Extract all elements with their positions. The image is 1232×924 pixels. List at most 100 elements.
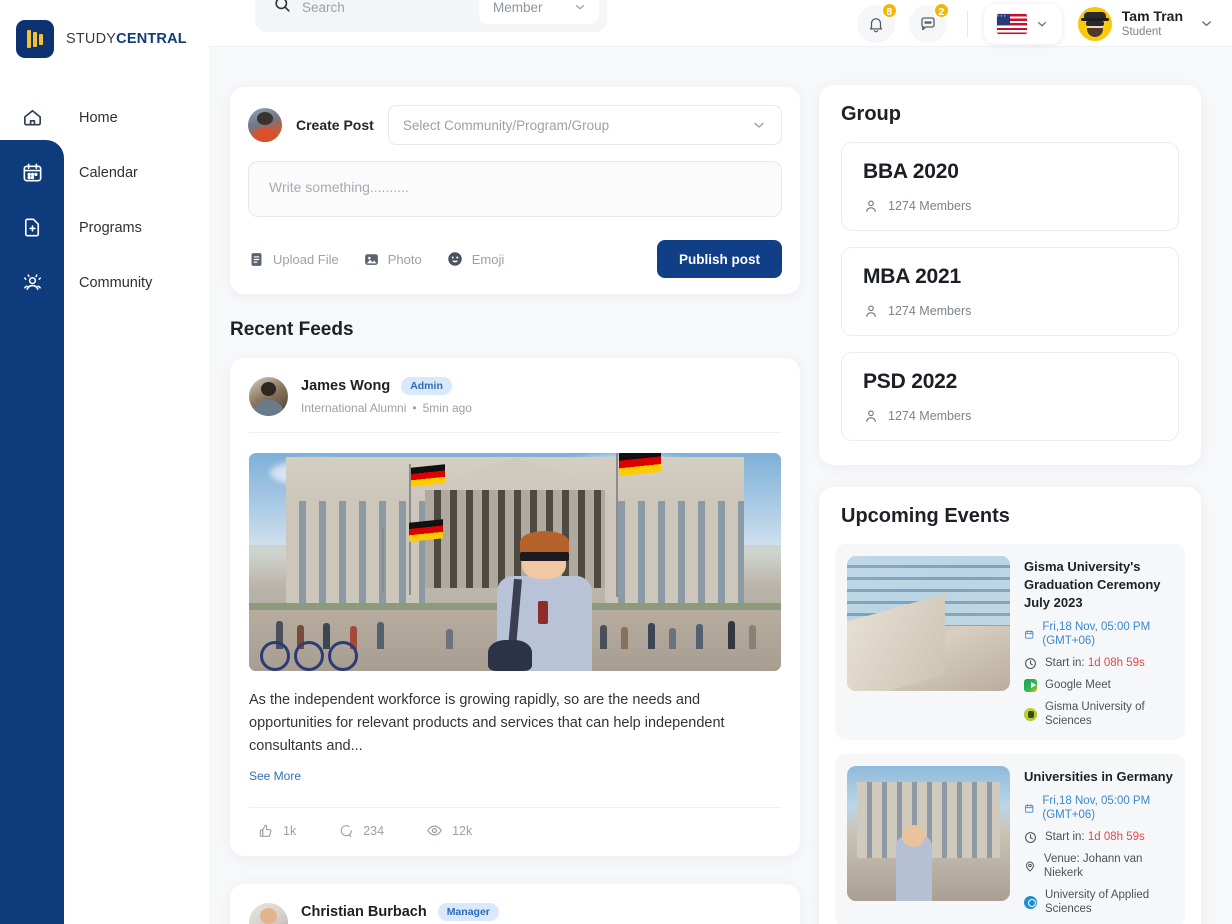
sidebar-item-community[interactable]: Community — [0, 255, 209, 310]
logo-icon — [16, 20, 54, 58]
app-root: STUDYCENTRAL Home — [0, 0, 1232, 924]
chevron-down-icon — [573, 0, 587, 14]
post-card: Christian Burbach Manager International … — [230, 884, 800, 924]
create-post-card: Create Post Select Community/Program/Gro… — [230, 87, 800, 294]
person — [494, 531, 595, 671]
post-header: Christian Burbach Manager International … — [249, 903, 781, 924]
notifications-button[interactable]: 8 — [857, 5, 895, 43]
post-header: James Wong Admin International Alumni•5m… — [249, 377, 781, 432]
avatar — [249, 903, 288, 924]
post-image[interactable] — [249, 453, 781, 671]
countdown-value: 1d 08h 59s — [1088, 831, 1145, 843]
us-flag-icon — [997, 14, 1027, 34]
event-thumbnail — [847, 766, 1010, 901]
comment-count: 234 — [363, 824, 384, 838]
post-card: James Wong Admin International Alumni•5m… — [230, 358, 800, 856]
role-badge: Manager — [438, 903, 499, 921]
start-in-label: Start in: — [1045, 657, 1085, 669]
clock-icon — [1024, 831, 1037, 844]
messages-badge: 2 — [933, 2, 950, 19]
profile-name: Tam Tran — [1122, 8, 1183, 25]
calendar-icon — [1024, 802, 1034, 815]
people-icon — [863, 408, 879, 424]
feed-column: Create Post Select Community/Program/Gro… — [230, 87, 800, 924]
event-organizer-row: University of Applied Sciences — [1024, 888, 1173, 916]
group-members-count: 1274 Members — [888, 304, 971, 318]
notifications-badge: 8 — [881, 2, 898, 19]
calendar-icon — [0, 161, 64, 184]
member-select[interactable]: Member — [479, 0, 599, 24]
profile-role: Student — [1122, 25, 1183, 40]
people-icon — [863, 303, 879, 319]
upload-file-button[interactable]: Upload File — [248, 251, 339, 268]
event-item[interactable]: Gisma University's Graduation Ceremony J… — [835, 544, 1185, 740]
profile-menu[interactable]: Tam Tran Student — [1078, 7, 1220, 41]
community-select[interactable]: Select Community/Program/Group — [388, 105, 782, 145]
post-meta: International Alumni•5min ago — [301, 401, 472, 415]
views-stat[interactable]: 12k — [426, 822, 472, 839]
thumbs-up-icon — [258, 823, 274, 839]
group-item[interactable]: PSD 2022 1274 Members — [841, 352, 1179, 441]
event-date: Fri,18 Nov, 05:00 PM (GMT+06) — [1042, 794, 1173, 822]
sidebar-item-home[interactable]: Home — [0, 90, 209, 145]
sidebar-item-calendar[interactable]: Calendar — [0, 145, 209, 200]
see-more-link[interactable]: See More — [249, 769, 301, 783]
sidebar-nav: Home Calendar — [0, 90, 209, 310]
chevron-down-icon — [1199, 16, 1214, 31]
sidebar-item-label: Community — [64, 275, 152, 291]
event-item[interactable]: Universities in Germany Fri,18 Nov, 05:0… — [835, 754, 1185, 924]
search-input[interactable] — [302, 0, 479, 32]
event-date-row: Fri,18 Nov, 05:00 PM (GMT+06) — [1024, 620, 1173, 648]
post-author-block: James Wong Admin International Alumni•5m… — [301, 377, 472, 415]
sidebar-item-programs[interactable]: Programs — [0, 200, 209, 255]
right-sidebar: Group BBA 2020 1274 Members MBA 2021 — [819, 85, 1201, 924]
events-panel: Upcoming Events Gisma University's Gradu… — [819, 487, 1201, 924]
bicycles — [260, 634, 377, 671]
clock-icon — [1024, 657, 1037, 670]
post-text-input[interactable] — [248, 161, 782, 217]
group-item[interactable]: MBA 2021 1274 Members — [841, 247, 1179, 336]
recent-feeds-title: Recent Feeds — [230, 319, 800, 341]
post-body: As the independent workforce is growing … — [249, 689, 781, 758]
gisma-logo-icon — [1024, 708, 1037, 721]
meta-dot: • — [412, 401, 416, 415]
divider — [249, 432, 781, 433]
emoji-button[interactable]: Emoji — [446, 250, 505, 268]
groups-panel: Group BBA 2020 1274 Members MBA 2021 — [819, 85, 1201, 465]
sidebar-item-label: Programs — [64, 220, 142, 236]
brand-name-light: STUDY — [66, 31, 116, 47]
post-time: 5min ago — [423, 401, 472, 415]
group-name: MBA 2021 — [863, 265, 1157, 289]
chevron-down-icon — [751, 117, 767, 133]
brand-name-bold: CENTRAL — [116, 31, 187, 47]
post-author-block: Christian Burbach Manager International … — [301, 903, 499, 924]
event-venue: Venue: Johann van Niekerk — [1044, 852, 1173, 880]
people-icon — [0, 271, 64, 294]
publish-post-button[interactable]: Publish post — [657, 240, 782, 278]
emoji-icon — [446, 250, 464, 268]
event-organizer-row: Gisma University of Sciences — [1024, 700, 1173, 728]
event-organizer: Gisma University of Sciences — [1045, 700, 1173, 728]
file-plus-icon — [0, 216, 64, 239]
messages-button[interactable]: 2 — [909, 5, 947, 43]
avatar — [1078, 7, 1112, 41]
search-bar[interactable]: Member — [255, 0, 607, 32]
events-title: Upcoming Events — [841, 505, 1185, 528]
event-venue-row: Venue: Johann van Niekerk — [1024, 852, 1173, 880]
brand[interactable]: STUDYCENTRAL — [16, 20, 187, 58]
language-selector[interactable] — [984, 4, 1062, 44]
photo-button[interactable]: Photo — [363, 251, 422, 268]
event-title: Gisma University's Graduation Ceremony J… — [1024, 558, 1173, 612]
group-item[interactable]: BBA 2020 1274 Members — [841, 142, 1179, 231]
create-post-title: Create Post — [296, 117, 374, 133]
comment-stat[interactable]: 234 — [338, 823, 384, 839]
people-icon — [863, 198, 879, 214]
event-date-row: Fri,18 Nov, 05:00 PM (GMT+06) — [1024, 794, 1173, 822]
like-stat[interactable]: 1k — [258, 823, 296, 839]
start-in-label: Start in: — [1045, 831, 1085, 843]
post-name-row: James Wong Admin — [301, 377, 472, 395]
groups-title: Group — [841, 103, 1179, 126]
event-thumbnail — [847, 556, 1010, 691]
event-body: Gisma University's Graduation Ceremony J… — [1024, 556, 1173, 728]
post-author-name: James Wong — [301, 378, 390, 394]
